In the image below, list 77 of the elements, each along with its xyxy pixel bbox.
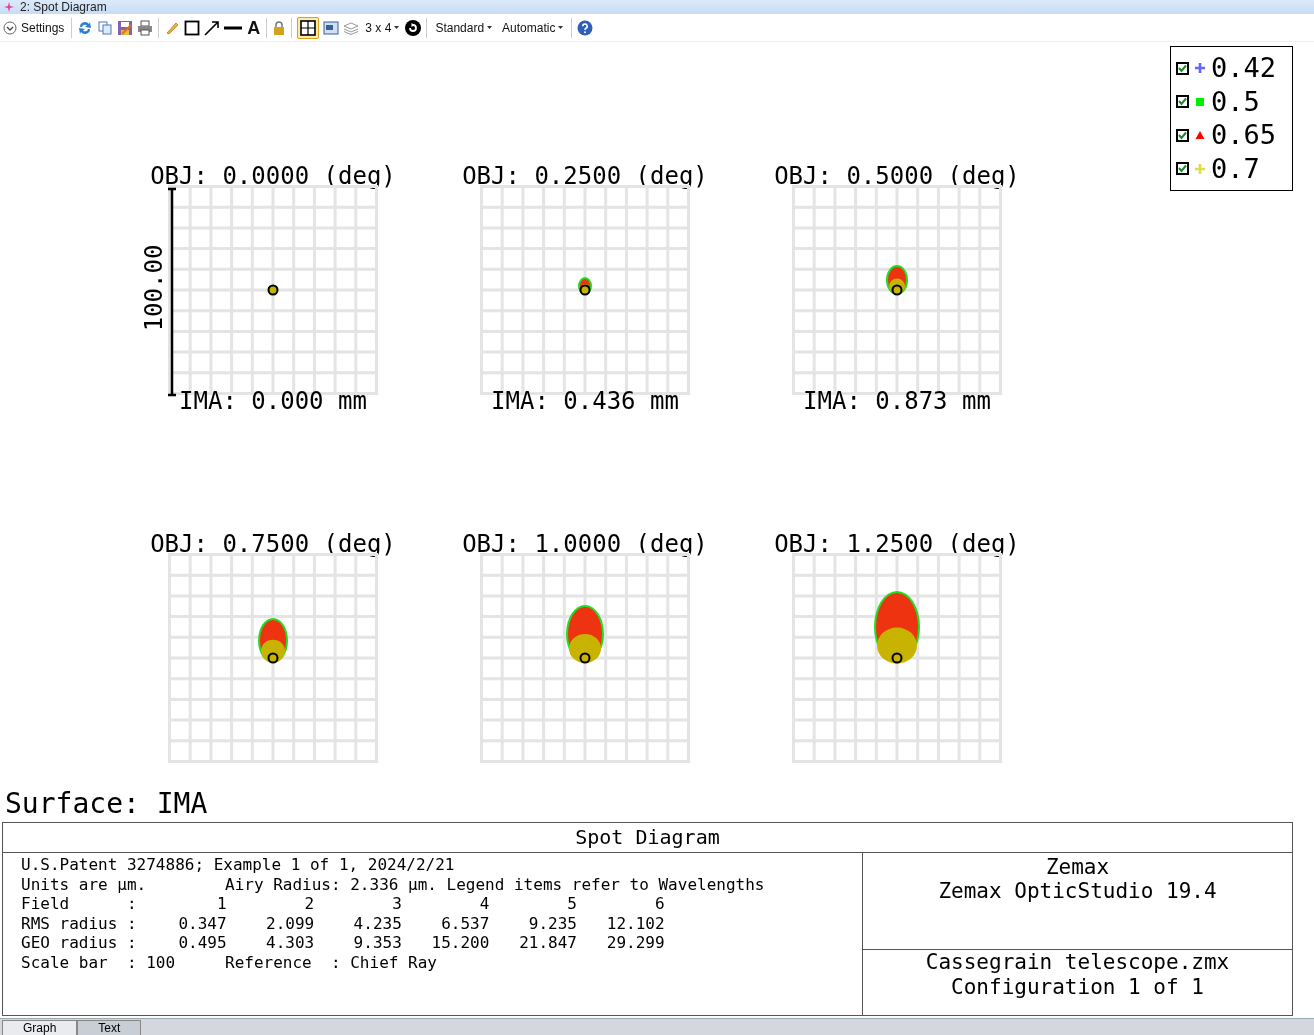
print-icon[interactable] bbox=[137, 19, 154, 36]
legend-label: 0.65 bbox=[1211, 120, 1277, 151]
plot-title: OBJ: 0.5000 (deg) bbox=[774, 162, 1020, 190]
table-cell-text: 9.235 bbox=[527, 913, 577, 933]
spot-diagram-drawing bbox=[578, 277, 592, 296]
row-label: RMS radius : bbox=[21, 913, 138, 933]
plot-title: OBJ: 0.7500 (deg) bbox=[150, 530, 396, 558]
plot-title: OBJ: 1.2500 (deg) bbox=[774, 530, 1020, 558]
plot-title: OBJ: 0.2500 (deg) bbox=[462, 162, 708, 190]
checkbox[interactable] bbox=[1176, 61, 1189, 75]
table-cell-text: 2.099 bbox=[265, 913, 315, 933]
table-cell-text: 29.299 bbox=[605, 933, 665, 953]
checkbox[interactable] bbox=[1176, 162, 1189, 176]
table-cell-text: 0.495 bbox=[177, 933, 227, 953]
table-cell-text: 9.353 bbox=[352, 933, 402, 953]
chevron-down-icon[interactable] bbox=[3, 20, 17, 35]
info-text: Airy Radius: 2.336 µm. Legend items refer to Wavelengths bbox=[225, 874, 765, 894]
info-text: Units are µm. bbox=[21, 874, 148, 894]
plot-title: OBJ: 1.0000 (deg) bbox=[462, 530, 708, 558]
table-cell-text: 2 bbox=[303, 894, 315, 914]
table-cell-text: 12.102 bbox=[605, 913, 665, 933]
copy-icon[interactable] bbox=[97, 19, 114, 36]
help-icon[interactable] bbox=[577, 19, 594, 36]
table-cell-text: 1 bbox=[215, 894, 227, 914]
image-height-label: IMA: 0.436 mm bbox=[491, 388, 679, 414]
image-height-label: IMA: 0.873 mm bbox=[803, 388, 991, 414]
table-cell-text: 6.537 bbox=[440, 913, 490, 933]
row-label: Field : bbox=[21, 894, 138, 914]
legend-label: 0.7 bbox=[1211, 153, 1260, 184]
scale-bar-label: 100.00 bbox=[142, 244, 167, 332]
table-cell-text: 3 bbox=[391, 894, 402, 914]
window-icon[interactable] bbox=[323, 19, 340, 36]
text-tool-button[interactable]: A bbox=[246, 18, 262, 37]
caret-icon[interactable] bbox=[487, 26, 493, 29]
info-text: Reference : Chief Ray bbox=[225, 952, 437, 972]
caret-icon[interactable] bbox=[394, 26, 400, 29]
settings-button[interactable]: Settings bbox=[3, 16, 67, 39]
file-cell-text: Cassegrain telescope.zmx Configuration 1 of 1 bbox=[924, 950, 1231, 1001]
company-cell: Zemax Zemax OpticStudio 19.4 bbox=[863, 853, 1292, 950]
table-cell-text: 15.200 bbox=[430, 933, 490, 953]
spot-diagram-drawing bbox=[258, 618, 288, 664]
layers-icon[interactable] bbox=[343, 19, 360, 36]
image-height-label: IMA: 0.000 mm bbox=[179, 388, 367, 414]
caret-icon[interactable] bbox=[558, 26, 564, 29]
table-cell-text: 4 bbox=[478, 894, 490, 914]
table-cell-text: 6 bbox=[653, 894, 665, 914]
spot-diagram-drawing bbox=[566, 605, 604, 664]
table-cell-text: 0.347 bbox=[177, 913, 227, 933]
table-cell-text: 21.847 bbox=[518, 933, 577, 953]
automatic-dropdown[interactable]: Automatic bbox=[499, 18, 567, 37]
legend-label: 0.5 bbox=[1211, 86, 1260, 117]
window-title: 2: Spot Diagram bbox=[20, 1, 107, 13]
checkbox[interactable] bbox=[1176, 128, 1189, 142]
surface-label: Surface: IMA bbox=[5, 789, 208, 819]
arrow-icon[interactable] bbox=[204, 19, 221, 36]
rotate-icon[interactable] bbox=[405, 19, 422, 36]
rectangle-icon[interactable] bbox=[184, 19, 201, 36]
legend-label: 0.42 bbox=[1211, 53, 1277, 84]
spot-diagram-drawing bbox=[267, 284, 279, 296]
info-text: Scale bar : 100 bbox=[21, 952, 177, 972]
plot-title: OBJ: 0.0000 (deg) bbox=[150, 162, 396, 190]
standard-dropdown[interactable]: Standard bbox=[432, 18, 496, 37]
lock-icon[interactable] bbox=[272, 19, 287, 36]
row-label: GEO radius : bbox=[21, 933, 138, 953]
tab[interactable]: Text bbox=[77, 1020, 142, 1035]
table-cell-text: 4.303 bbox=[265, 933, 315, 953]
save-icon[interactable] bbox=[117, 19, 134, 36]
table-cell-text: 5 bbox=[566, 894, 577, 914]
tab[interactable]: Graph bbox=[2, 1020, 78, 1035]
info-text: U.S.Patent 3274886; Example 1 of 1, 2024/2/21 bbox=[21, 855, 456, 875]
grid-size-dropdown[interactable]: 3 x 4 bbox=[363, 18, 402, 37]
app-icon bbox=[4, 2, 14, 12]
table-cell-text: 4.235 bbox=[352, 913, 402, 933]
table-title: Spot Diagram bbox=[3, 823, 1292, 853]
checkbox[interactable] bbox=[1176, 95, 1189, 109]
spot-diagram-drawing bbox=[886, 265, 908, 296]
refresh-icon[interactable] bbox=[77, 19, 94, 36]
